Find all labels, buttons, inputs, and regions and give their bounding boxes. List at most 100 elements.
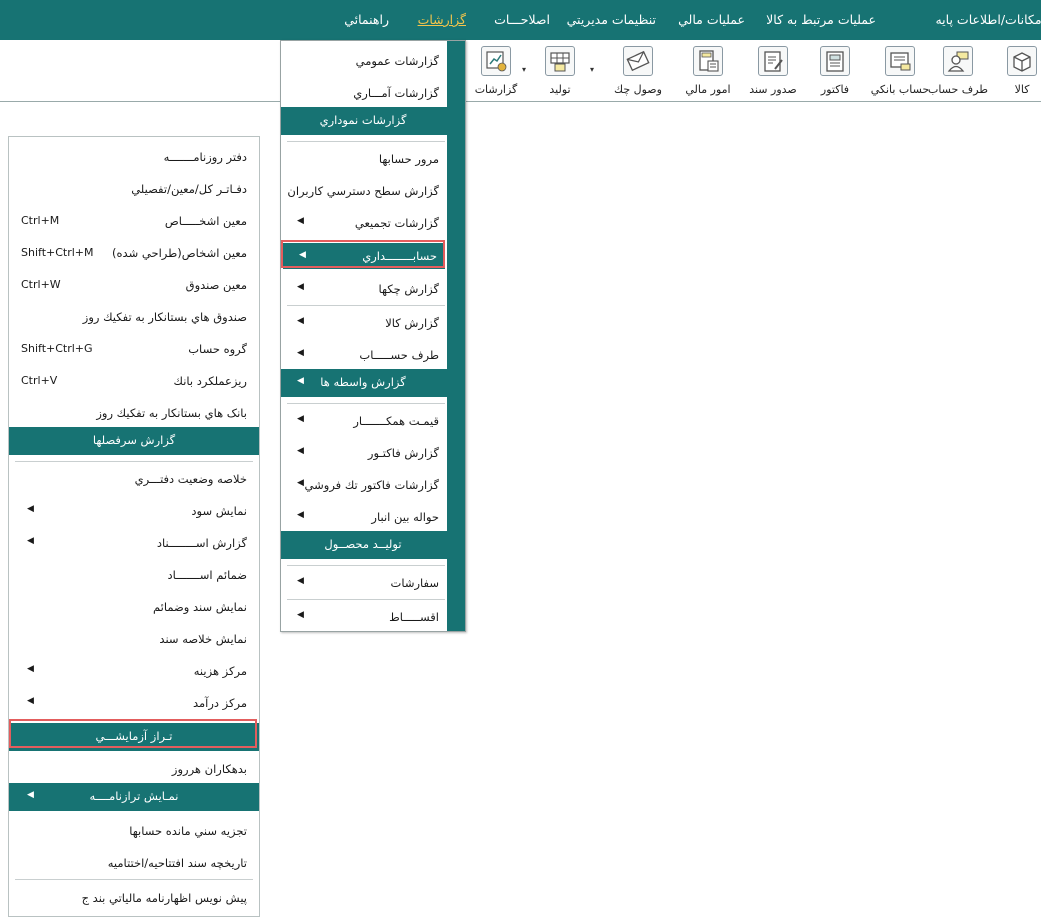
menu-item-product-production[interactable]: توليــد محصــول [281,531,465,559]
menu-item-journal[interactable]: دفتر روزنامـــــــه [9,141,259,173]
submenu-arrow-icon: ◀ [27,790,34,800]
menu-item-label: مرکز درآمد [192,696,247,710]
menu-item-label: پيش نويس اظهارنامه مالياتي بند ج [81,891,247,905]
menu-item-document-attachments[interactable]: ضمائم اســـــــاد [9,559,259,591]
menu-goods-operations[interactable]: عمليات مرتبط به کالا [766,0,876,40]
menu-item-intermediaries-report[interactable]: گزارش واسطه ها ◀ [281,369,465,397]
goods-button[interactable]: کالا [994,45,1041,97]
menu-item-counterparty[interactable]: طرف حســـــاب ◀ [281,339,447,371]
person-card-icon [943,46,973,76]
bank-account-button[interactable]: حساب بانکي [871,45,929,97]
menu-corrections[interactable]: اصلاحـــات [494,0,550,40]
trial-balance-highlight [9,719,257,748]
menu-item-goods-report[interactable]: گزارش كالا ◀ [281,307,447,339]
menu-item-checks-report[interactable]: گزارش چكها ◀ [281,273,447,305]
production-button[interactable]: توليد [532,45,588,97]
financial-affairs-button-label: امور مالي [685,83,731,96]
party-account-button[interactable]: طرف حساب [928,45,988,97]
submenu-arrow-icon: ◀ [297,216,304,226]
menu-reports[interactable]: گزارشات [418,0,466,40]
menu-divider [287,305,445,306]
menu-item-bank-detail[interactable]: ريزعملكرد بانك Ctrl+V [9,365,259,397]
menu-item-shortcut: Shift+Ctrl+G [21,342,93,355]
menu-item-label: گزارش كالا [385,316,439,330]
issue-document-button-label: صدور سند [749,83,797,96]
menu-item-persons-ledger[interactable]: معين اشخـــــاص Ctrl+M [9,205,259,237]
menu-item-invoice-report[interactable]: گزارش فاكتـور ◀ [281,437,447,469]
menu-item-label: گروه حساب [188,342,247,356]
menu-item-bank-creditors-by-day[interactable]: بانک هاي بستانكار به تفكيك روز [9,397,259,429]
menu-management-settings[interactable]: تنظيمات مديريتي [567,0,656,40]
menu-item-label: معين صندوق [185,278,247,292]
invoice-icon [820,46,850,76]
menu-item-daily-debtors[interactable]: بدهكاران هرروز [9,753,259,785]
menu-item-warehouse-transfer[interactable]: حواله بين انبار ◀ [281,501,447,533]
check-collection-dropdown-arrow[interactable]: ▾ [590,65,594,74]
menu-item-documents-report[interactable]: گزارش اســــــــناد ◀ [9,527,259,559]
bank-card-icon [885,46,915,76]
invoice-button-label: فاکتور [820,83,850,96]
menu-item-show-profit[interactable]: نمايش سود ◀ [9,495,259,527]
menu-item-cash-ledger[interactable]: معين صندوق Ctrl+W [9,269,259,301]
submenu-arrow-icon: ◀ [27,664,34,674]
menu-item-label: گزارشات آمـــاري [353,86,439,100]
menu-item-headings-report[interactable]: گزارش سرفصلها [9,427,259,455]
accounting-highlight [281,240,445,268]
menu-item-opening-closing-history[interactable]: تاريخچه سند افتتاحيه/اختتاميه [9,847,259,879]
menu-item-user-access-report[interactable]: گزارش سطح دسترسي كاربران [281,175,447,207]
submenu-arrow-icon: ◀ [27,536,34,546]
menu-item-label: اقســـــاط [389,610,439,624]
financial-affairs-button[interactable]: امور مالي [680,45,736,97]
menu-item-cost-center[interactable]: مرکز هزينه ◀ [9,655,259,687]
menu-item-ledgers[interactable]: دفـاتـر كل/معين/تفصيلي [9,173,259,205]
menu-item-general-reports[interactable]: گزارشات عمومي [281,45,447,77]
menu-basic-info[interactable]: امکانات/اطلاعات پايه [935,0,1041,40]
menu-item-account-review[interactable]: مرور حسابها [281,143,447,175]
menu-item-cash-creditors-by-day[interactable]: صندوق هاي بستانكار به تفكيك روز [9,301,259,333]
menu-item-retail-invoice-reports[interactable]: گزارشات فاكتور تك فروشي ◀ [281,469,447,501]
menu-item-label: معين اشخاص(طراحي شده) [112,246,247,260]
invoice-button[interactable]: فاکتور [807,45,863,97]
menu-item-label: ضمائم اســـــــاد [167,568,247,582]
menu-item-tax-return-draft[interactable]: پيش نويس اظهارنامه مالياتي بند ج [9,882,259,914]
menu-item-show-balance-sheet[interactable]: نمـايش ترازنامــــه ◀ [9,783,259,811]
check-collection-button[interactable]: وصول چك [610,45,666,97]
menu-item-account-group[interactable]: گروه حساب Shift+Ctrl+G [9,333,259,365]
menu-item-account-aging[interactable]: تجزيه سني مانده حسابها [9,815,259,847]
menu-item-label: بدهكاران هرروز [171,762,247,776]
menu-item-partner-price[interactable]: قيمـت همكـــــــار ◀ [281,405,447,437]
menu-item-show-document-summary[interactable]: نمايش خلاصه سند [9,623,259,655]
menu-financial-operations[interactable]: عمليات مالي [678,0,745,40]
menu-item-show-document-attachments[interactable]: نمايش سند وضمائم [9,591,259,623]
submenu-arrow-icon: ◀ [297,282,304,292]
menu-item-label: گزارشات نموداري [319,113,407,127]
reports-button-label: گزارشات [474,83,518,96]
menu-divider [15,879,253,880]
submenu-arrow-icon: ◀ [297,576,304,586]
menu-item-label: گزارشات فاكتور تك فروشي [304,478,439,492]
submenu-arrow-icon: ◀ [27,504,34,514]
menu-item-installments[interactable]: اقســـــاط ◀ [281,601,447,633]
menu-item-persons-ledger-designed[interactable]: معين اشخاص(طراحي شده) Shift+Ctrl+M [9,237,259,269]
menu-help[interactable]: راهنمائي [344,0,389,40]
menu-item-orders[interactable]: سفارشات ◀ [281,567,447,599]
menu-item-label: گزارش واسطه ها [320,375,406,389]
menu-item-label: نمـايش ترازنامــــه [89,789,179,803]
menu-item-shortcut: Shift+Ctrl+M [21,246,94,259]
menu-item-label: گزارشات عمومي [355,54,439,68]
menu-item-aggregate-reports[interactable]: گزارشات تجميعي ◀ [281,207,447,239]
menu-item-label: نمايش سود [191,504,247,518]
envelope-check-icon [623,46,653,76]
menu-item-shortcut: Ctrl+W [21,278,61,291]
menu-item-shortcut: Ctrl+V [21,374,58,387]
menu-item-ledger-status-summary[interactable]: خلاصه وضعيت دفتـــري [9,463,259,495]
menu-item-statistical-reports[interactable]: گزارشات آمـــاري [281,77,447,109]
issue-document-button[interactable]: صدور سند [745,45,801,97]
submenu-arrow-icon: ◀ [297,478,304,488]
menu-item-label: تاريخچه سند افتتاحيه/اختتاميه [107,856,247,870]
menu-item-shortcut: Ctrl+M [21,214,60,227]
menu-item-label: معين اشخـــــاص [164,214,247,228]
menu-item-chart-reports[interactable]: گزارشات نموداري [281,107,465,135]
reports-button[interactable]: گزارشات [468,45,524,97]
menu-item-revenue-center[interactable]: مرکز درآمد ◀ [9,687,259,719]
